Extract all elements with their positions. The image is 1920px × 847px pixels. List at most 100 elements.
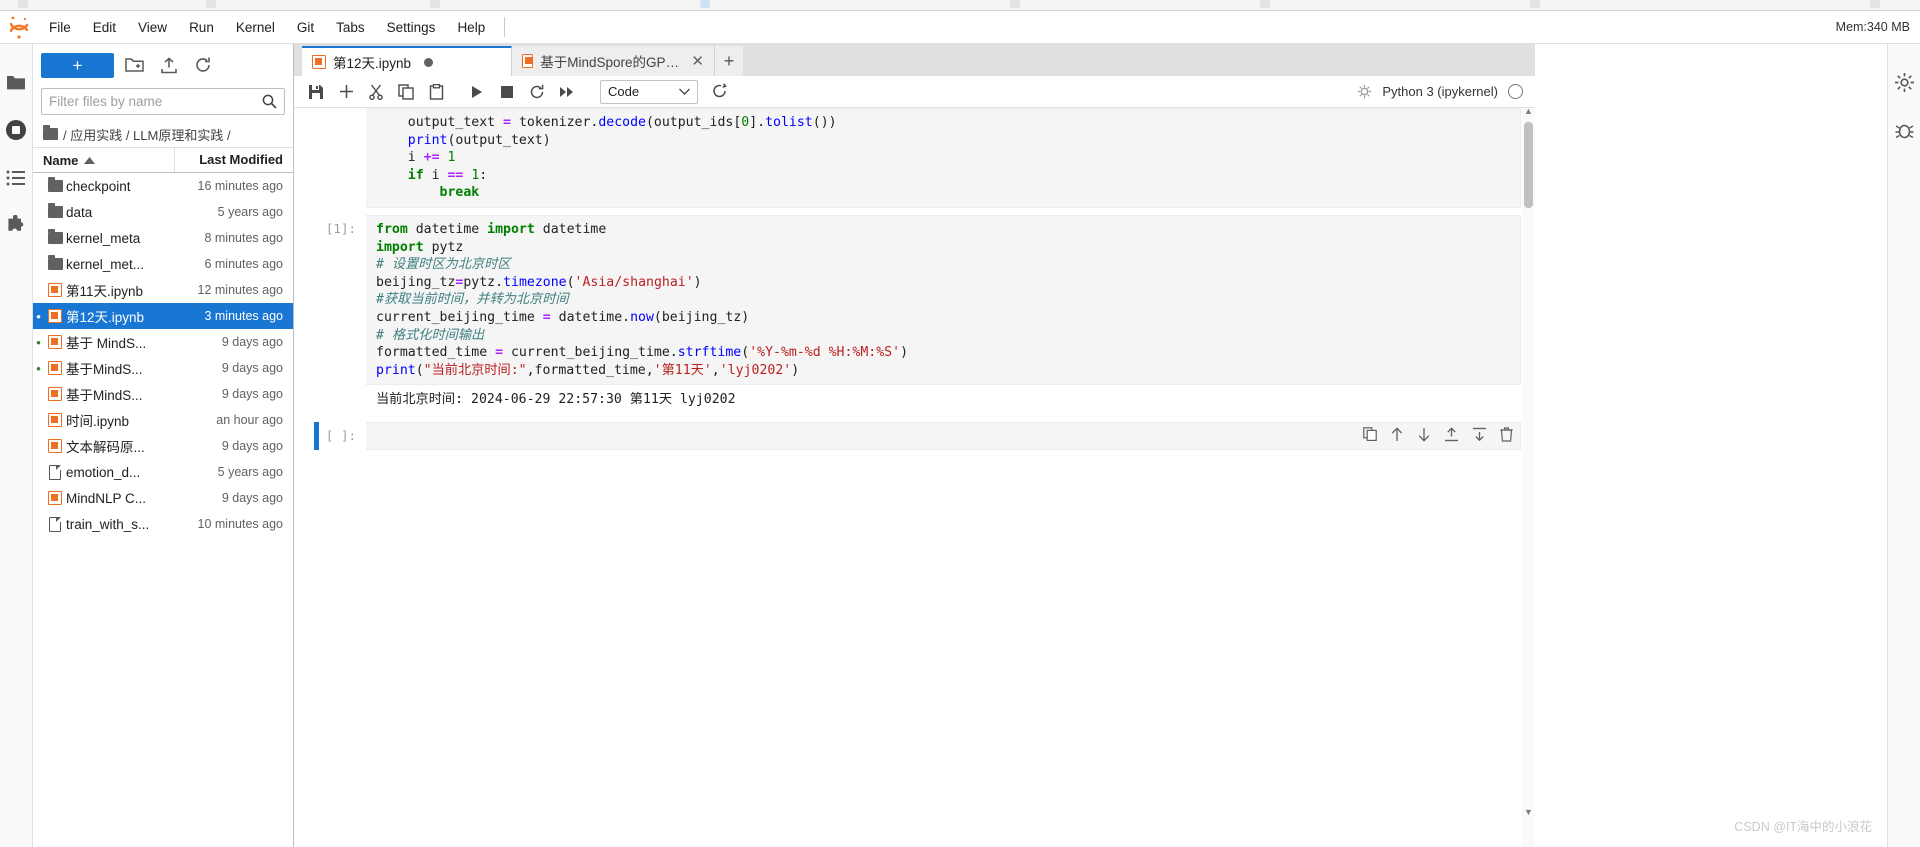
tab-notebook-day12[interactable]: 第12天.ipynb bbox=[302, 46, 512, 76]
menu-divider bbox=[504, 17, 506, 37]
scroll-down-arrow-icon[interactable]: ▼ bbox=[1524, 807, 1533, 817]
menu-file[interactable]: File bbox=[38, 11, 82, 44]
insert-cell-above-icon[interactable] bbox=[1444, 427, 1459, 442]
notebook-icon bbox=[44, 361, 66, 375]
run-cell-button[interactable] bbox=[463, 78, 491, 106]
activity-bar bbox=[0, 44, 33, 847]
cell-prompt: [1]: bbox=[325, 220, 356, 236]
file-modified-time: 6 minutes ago bbox=[204, 257, 283, 271]
file-list-item[interactable]: train_with_s... 10 minutes ago bbox=[33, 511, 293, 537]
file-name: emotion_d... bbox=[66, 464, 141, 480]
file-list-item[interactable]: 文本解码原... 9 days ago bbox=[33, 433, 293, 459]
file-list-item[interactable]: • 第12天.ipynb 3 minutes ago bbox=[33, 303, 293, 329]
right-sidebar bbox=[1887, 44, 1920, 847]
sidebar-table-of-contents[interactable] bbox=[0, 154, 33, 202]
menu-git[interactable]: Git bbox=[286, 11, 325, 44]
trusted-notebook-icon[interactable] bbox=[1357, 84, 1372, 99]
debugger-panel[interactable] bbox=[1888, 106, 1920, 154]
interrupt-kernel-button[interactable] bbox=[493, 78, 521, 106]
memory-status: Mem:340 MB bbox=[1835, 20, 1910, 34]
cut-cell-button[interactable] bbox=[362, 78, 390, 106]
file-list-item[interactable]: • 基于MindS... 9 days ago bbox=[33, 355, 293, 381]
insert-cell-below-icon[interactable] bbox=[1472, 427, 1487, 442]
file-modified-time: 10 minutes ago bbox=[197, 517, 283, 531]
git-branch-icon[interactable] bbox=[706, 78, 734, 106]
file-list-item[interactable]: 第11天.ipynb 12 minutes ago bbox=[33, 277, 293, 303]
file-list-item[interactable]: kernel_met... 6 minutes ago bbox=[33, 251, 293, 277]
menu-tabs[interactable]: Tabs bbox=[325, 11, 376, 44]
duplicate-cell-icon[interactable] bbox=[1363, 427, 1377, 442]
file-list-item[interactable]: emotion_d... 5 years ago bbox=[33, 459, 293, 485]
file-list-header: Name Last Modified bbox=[33, 147, 293, 173]
kernel-name-label[interactable]: Python 3 (ipykernel) bbox=[1382, 84, 1498, 99]
search-icon[interactable] bbox=[262, 94, 277, 109]
unsaved-changes-icon[interactable] bbox=[424, 57, 434, 67]
new-folder-icon[interactable] bbox=[121, 53, 148, 78]
file-list-item[interactable]: checkpoint 16 minutes ago bbox=[33, 173, 293, 199]
cell-type-value: Code bbox=[608, 84, 640, 99]
scrollbar-thumb[interactable] bbox=[1524, 122, 1533, 208]
file-name: kernel_meta bbox=[66, 230, 141, 246]
search-input[interactable] bbox=[49, 94, 262, 109]
insert-cell-button[interactable] bbox=[332, 78, 360, 106]
move-cell-down-icon[interactable] bbox=[1417, 427, 1431, 442]
code-cell-empty-active[interactable]: [ ]: bbox=[294, 421, 1535, 450]
save-button[interactable] bbox=[302, 78, 330, 106]
column-header-last-modified[interactable]: Last Modified bbox=[175, 147, 293, 173]
notebook-icon bbox=[312, 55, 326, 69]
file-list-item[interactable]: 基于MindS... 9 days ago bbox=[33, 381, 293, 407]
notebook-icon bbox=[44, 309, 66, 323]
menu-settings[interactable]: Settings bbox=[376, 11, 447, 44]
filter-box[interactable] bbox=[41, 88, 285, 115]
cell-type-select[interactable]: Code bbox=[600, 79, 698, 104]
file-list-item[interactable]: kernel_meta 8 minutes ago bbox=[33, 225, 293, 251]
code-cell-truncated[interactable]: output_text = tokenizer.decode(output_id… bbox=[294, 108, 1535, 208]
output-prompt bbox=[294, 385, 366, 391]
property-inspector[interactable] bbox=[1888, 58, 1920, 106]
refresh-file-list-icon[interactable] bbox=[189, 53, 216, 78]
close-icon[interactable]: ✕ bbox=[691, 54, 704, 69]
menu-run[interactable]: Run bbox=[178, 11, 225, 44]
menu-view[interactable]: View bbox=[127, 11, 178, 44]
breadcrumb[interactable]: / 应用实践 / LLM原理和实践 / bbox=[33, 121, 293, 147]
file-list-item[interactable]: 时间.ipynb an hour ago bbox=[33, 407, 293, 433]
notebook-scrollbar[interactable]: ▲ ▼ bbox=[1522, 108, 1535, 847]
file-name: train_with_s... bbox=[66, 516, 150, 532]
upload-files-icon[interactable] bbox=[155, 53, 182, 78]
scroll-up-arrow-icon[interactable]: ▲ bbox=[1524, 108, 1533, 116]
file-list-item[interactable]: data 5 years ago bbox=[33, 199, 293, 225]
tab-notebook-gpt2[interactable]: 基于MindSpore的GPT2文本摘 ✕ bbox=[512, 46, 715, 76]
menu-edit[interactable]: Edit bbox=[82, 11, 127, 44]
kernel-status-indicator[interactable] bbox=[1508, 84, 1523, 99]
cell-editor[interactable]: output_text = tokenizer.decode(output_id… bbox=[366, 108, 1521, 208]
move-cell-up-icon[interactable] bbox=[1390, 427, 1404, 442]
copy-cell-button[interactable] bbox=[392, 78, 420, 106]
sidebar-extension-manager[interactable] bbox=[0, 202, 33, 250]
menu-kernel[interactable]: Kernel bbox=[225, 11, 286, 44]
running-status-dot: • bbox=[36, 334, 41, 350]
restart-kernel-button[interactable] bbox=[523, 78, 551, 106]
code-cell-datetime[interactable]: [1]: from datetime import datetime import… bbox=[294, 214, 1535, 415]
tab-label: 第12天.ipynb bbox=[333, 56, 412, 71]
file-modified-time: 12 minutes ago bbox=[197, 283, 283, 297]
paste-cell-button[interactable] bbox=[422, 78, 450, 106]
new-launcher-button[interactable]: + bbox=[41, 52, 114, 78]
file-name: 基于MindS... bbox=[66, 388, 143, 403]
sidebar-file-browser[interactable] bbox=[0, 58, 33, 106]
kernel-status-area: Python 3 (ipykernel) bbox=[1357, 84, 1527, 99]
new-tab-button[interactable]: + bbox=[715, 46, 743, 76]
filter-row bbox=[33, 86, 293, 121]
delete-cell-icon[interactable] bbox=[1500, 427, 1513, 442]
folder-icon bbox=[44, 255, 66, 270]
file-list-item[interactable]: • 基于 MindS... 9 days ago bbox=[33, 329, 293, 355]
file-list-item[interactable]: MindNLP C... 9 days ago bbox=[33, 485, 293, 511]
cell-editor[interactable] bbox=[366, 421, 1521, 450]
notebook-scroll-area: output_text = tokenizer.decode(output_id… bbox=[294, 108, 1535, 847]
notebook-icon bbox=[44, 335, 66, 349]
restart-run-all-button[interactable] bbox=[553, 78, 581, 106]
jupyterlab-window: File Edit View Run Kernel Git Tabs Setti… bbox=[0, 0, 1920, 847]
cell-editor[interactable]: from datetime import datetime import pyt… bbox=[366, 214, 1521, 386]
column-header-name[interactable]: Name bbox=[33, 148, 175, 172]
menu-help[interactable]: Help bbox=[446, 11, 496, 44]
sidebar-running-terminals[interactable] bbox=[0, 106, 33, 154]
